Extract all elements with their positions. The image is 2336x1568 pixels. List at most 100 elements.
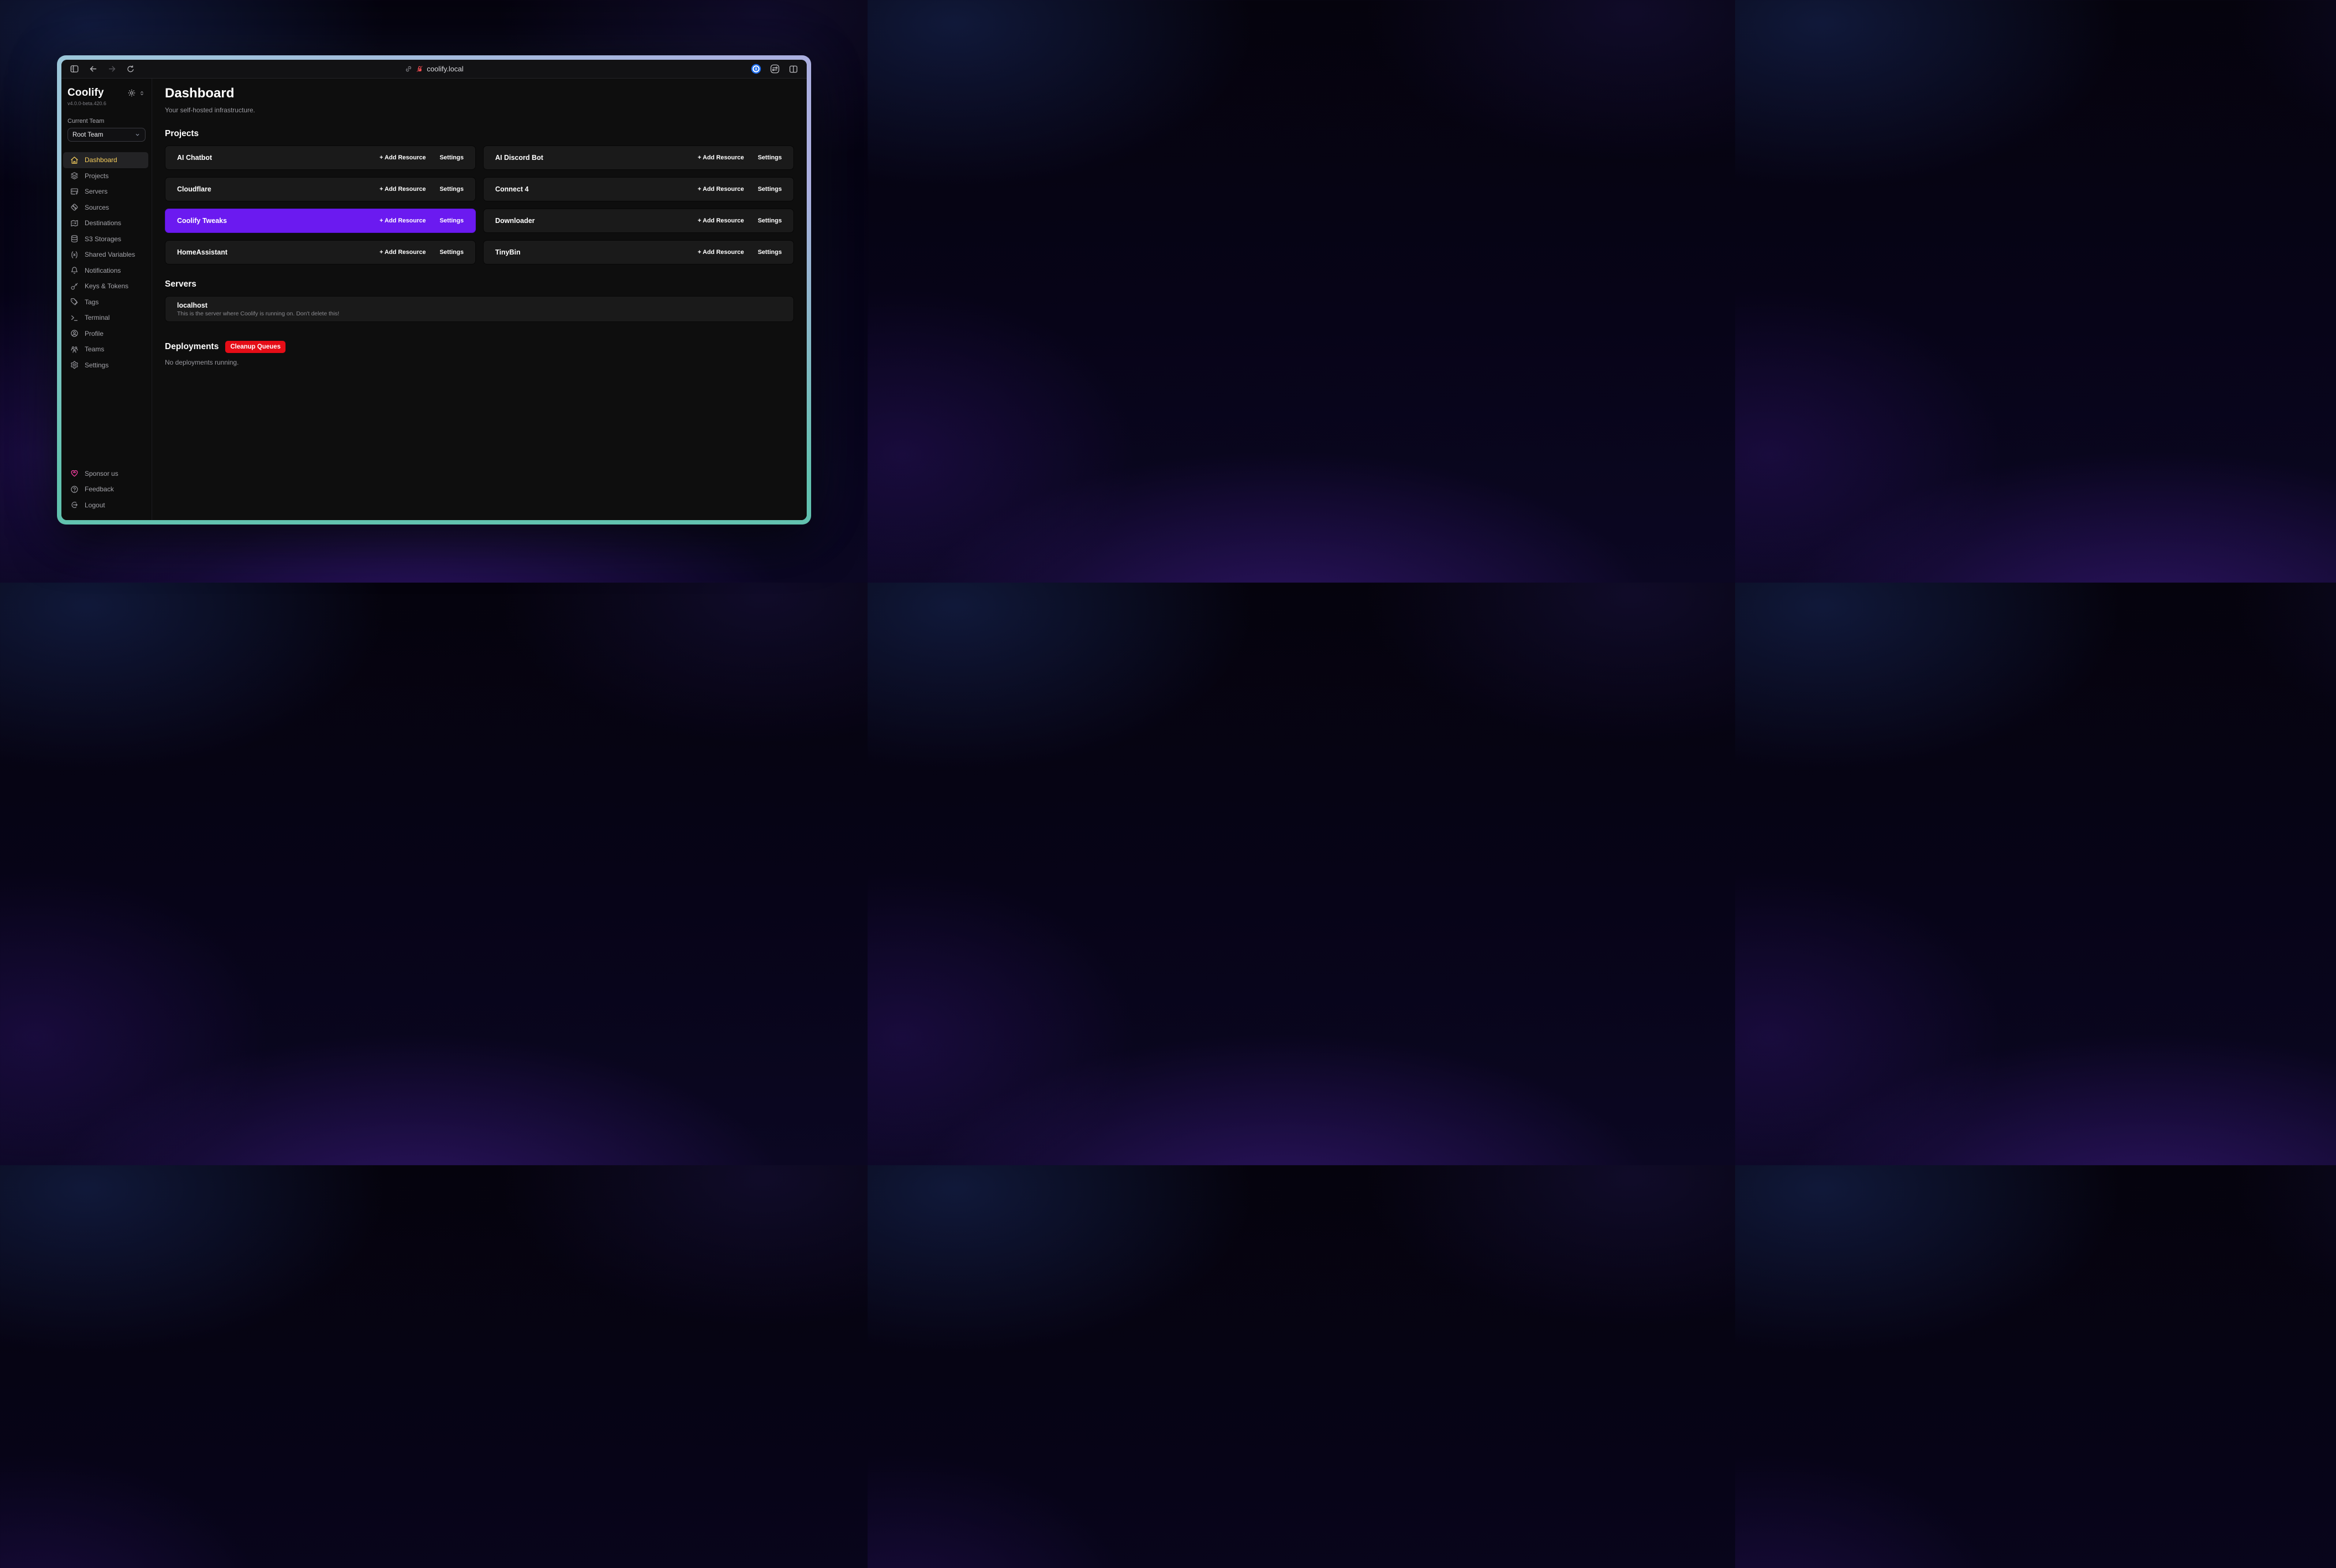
users-icon (70, 345, 79, 354)
sidebar-item-logout[interactable]: Logout (63, 497, 148, 513)
database-icon (70, 235, 79, 243)
sidebar-item-terminal[interactable]: Terminal (63, 310, 148, 326)
project-name: Downloader (495, 217, 535, 225)
chevrons-updown-icon[interactable] (139, 90, 145, 96)
project-settings-button[interactable]: Settings (440, 217, 464, 224)
chevron-down-icon (134, 132, 141, 138)
variable-icon (70, 251, 79, 259)
add-resource-button[interactable]: + Add Resource (698, 186, 744, 193)
add-resource-button[interactable]: + Add Resource (698, 154, 744, 161)
sidebar-item-destinations[interactable]: Destinations (63, 215, 148, 231)
project-settings-button[interactable]: Settings (440, 249, 464, 256)
sidebar-item-label: Profile (85, 330, 103, 338)
onepassword-icon[interactable] (751, 64, 761, 74)
insecure-lock-icon (416, 65, 423, 72)
project-settings-button[interactable]: Settings (758, 249, 782, 256)
sidebar-item-projects[interactable]: Projects (63, 168, 148, 184)
sidebar-item-settings[interactable]: Settings (63, 357, 148, 373)
address-bar[interactable]: coolify.local (404, 60, 463, 78)
projects-heading: Projects (165, 129, 794, 139)
add-resource-button[interactable]: + Add Resource (698, 249, 744, 256)
map-icon (70, 219, 79, 227)
sidebar-item-label: S3 Storages (85, 235, 121, 243)
layers-icon (70, 172, 79, 180)
main-content: Dashboard Your self-hosted infrastructur… (152, 79, 807, 520)
reload-icon[interactable] (126, 65, 135, 74)
sidebar-item-keys-tokens[interactable]: Keys & Tokens (63, 278, 148, 294)
team-select[interactable]: Root Team (68, 128, 146, 142)
project-settings-button[interactable]: Settings (440, 154, 464, 161)
project-settings-button[interactable]: Settings (758, 217, 782, 224)
sidebar-toggle-icon[interactable] (70, 64, 79, 74)
team-select-value: Root Team (72, 132, 103, 138)
split-view-icon[interactable] (788, 64, 798, 74)
project-card[interactable]: Connect 4 + Add Resource Settings (483, 177, 794, 201)
back-icon[interactable] (89, 64, 98, 74)
home-icon (70, 156, 79, 164)
sidebar-item-label: Teams (85, 345, 104, 353)
server-icon (70, 188, 79, 196)
terminal-icon (70, 314, 79, 322)
tag-icon (70, 298, 79, 306)
project-card[interactable]: TinyBin + Add Resource Settings (483, 240, 794, 264)
sidebar-item-dashboard[interactable]: Dashboard (63, 152, 148, 168)
project-card-highlighted[interactable]: Coolify Tweaks + Add Resource Settings (165, 209, 476, 233)
url-text[interactable]: coolify.local (427, 65, 463, 73)
project-name: Connect 4 (495, 185, 528, 193)
add-resource-button[interactable]: + Add Resource (380, 154, 426, 161)
add-resource-button[interactable]: + Add Resource (698, 217, 744, 224)
forward-icon (107, 64, 117, 74)
sidebar-item-label: Terminal (85, 314, 110, 321)
project-card[interactable]: Cloudflare + Add Resource Settings (165, 177, 476, 201)
user-circle-icon (70, 329, 79, 338)
project-settings-button[interactable]: Settings (758, 154, 782, 161)
sidebar-item-label: Destinations (85, 219, 121, 227)
extensions-icon[interactable] (770, 64, 780, 74)
sidebar-item-s3-storages[interactable]: S3 Storages (63, 231, 148, 247)
project-name: TinyBin (495, 248, 521, 256)
git-source-icon (70, 203, 79, 211)
browser-window: coolify.local Coolify (57, 55, 811, 525)
add-resource-button[interactable]: + Add Resource (380, 217, 426, 224)
sidebar-item-tags[interactable]: Tags (63, 294, 148, 310)
project-card[interactable]: AI Discord Bot + Add Resource Settings (483, 146, 794, 170)
sun-icon[interactable] (128, 89, 136, 97)
project-settings-button[interactable]: Settings (758, 186, 782, 193)
sidebar-item-profile[interactable]: Profile (63, 326, 148, 342)
sidebar-item-label: Settings (85, 361, 108, 369)
sidebar-item-shared-variables[interactable]: Shared Variables (63, 247, 148, 263)
project-card[interactable]: Downloader + Add Resource Settings (483, 209, 794, 233)
sidebar-item-label: Sources (85, 204, 109, 211)
sidebar-footer: Sponsor us Feedback Logout (61, 466, 152, 521)
project-card[interactable]: AI Chatbot + Add Resource Settings (165, 146, 476, 170)
sidebar-item-notifications[interactable]: Notifications (63, 263, 148, 279)
link-icon (404, 65, 412, 72)
app-logo: Coolify (68, 87, 104, 99)
server-card[interactable]: localhost This is the server where Cooli… (165, 296, 794, 322)
project-card[interactable]: HomeAssistant + Add Resource Settings (165, 240, 476, 264)
project-name: Coolify Tweaks (177, 217, 227, 225)
cleanup-queues-button[interactable]: Cleanup Queues (225, 341, 285, 353)
app-version: v4.0.0-beta.420.6 (61, 99, 152, 106)
sidebar-item-label: Shared Variables (85, 251, 135, 258)
sidebar-item-servers[interactable]: Servers (63, 184, 148, 200)
server-description: This is the server where Coolify is runn… (177, 310, 782, 317)
add-resource-button[interactable]: + Add Resource (380, 186, 426, 193)
logout-icon (70, 501, 79, 509)
sidebar-item-label: Dashboard (85, 156, 117, 164)
project-name: AI Discord Bot (495, 154, 543, 162)
sidebar-nav: Dashboard Projects Servers Sources (61, 152, 152, 373)
bell-icon (70, 266, 79, 274)
add-resource-button[interactable]: + Add Resource (380, 249, 426, 256)
servers-heading: Servers (165, 279, 794, 289)
sidebar-item-feedback[interactable]: Feedback (63, 481, 148, 497)
project-name: Cloudflare (177, 185, 211, 193)
help-circle-icon (70, 485, 79, 494)
deployments-heading: Deployments (165, 342, 219, 352)
sidebar-item-sources[interactable]: Sources (63, 200, 148, 216)
sidebar-item-teams[interactable]: Teams (63, 341, 148, 357)
project-settings-button[interactable]: Settings (440, 186, 464, 193)
page-title: Dashboard (165, 86, 794, 101)
team-label: Current Team (61, 118, 152, 124)
sidebar-item-sponsor-us[interactable]: Sponsor us (63, 466, 148, 482)
